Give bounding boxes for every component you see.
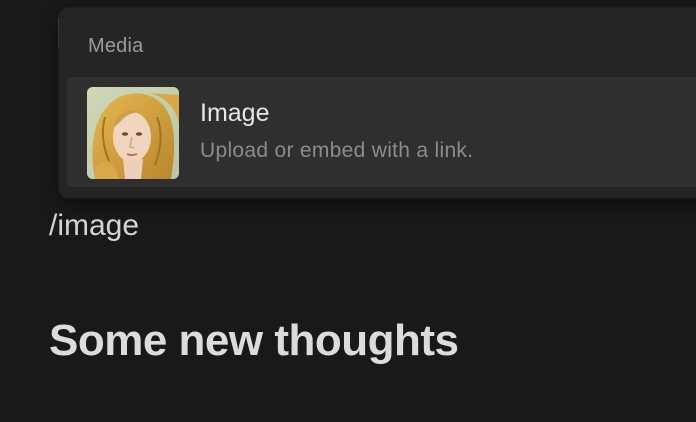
editor-page: Media Image Upload or embed with a link.… — [0, 0, 696, 422]
slash-command-menu: Media Image Upload or embed with a link. — [59, 8, 696, 198]
slash-command-text[interactable]: /image — [49, 209, 139, 243]
image-thumbnail-icon — [87, 87, 179, 179]
menu-item-image[interactable]: Image Upload or embed with a link. — [67, 77, 696, 187]
page-heading[interactable]: Some new thoughts — [49, 316, 459, 366]
menu-item-title: Image — [200, 99, 270, 127]
menu-item-description: Upload or embed with a link. — [200, 139, 474, 162]
menu-section-title: Media — [88, 35, 144, 57]
